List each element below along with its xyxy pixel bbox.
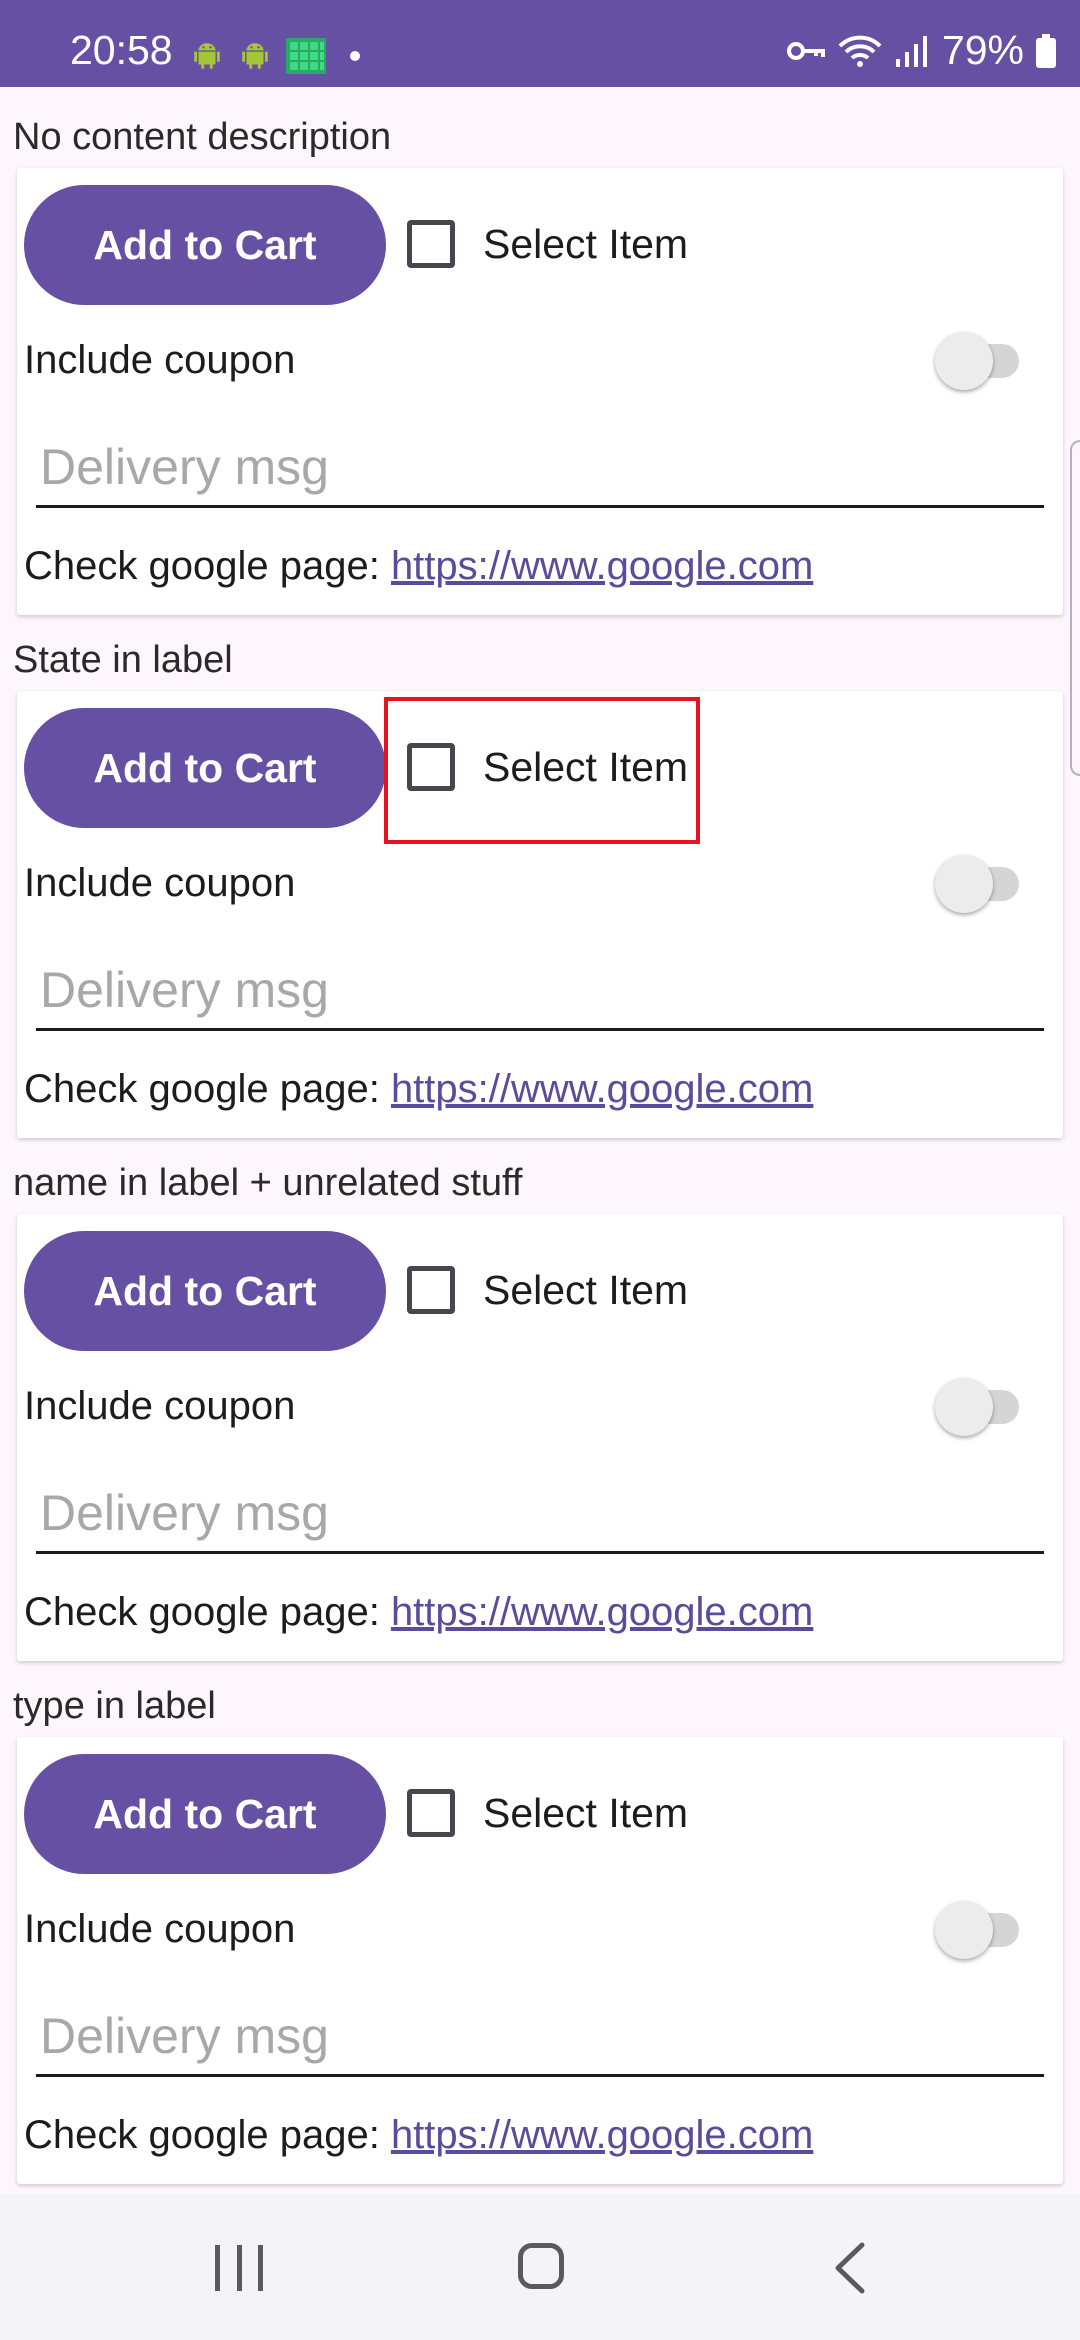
coupon-label: Include coupon <box>24 1384 296 1428</box>
google-link[interactable]: https://www.google.com <box>391 1590 813 1634</box>
vpn-key-icon <box>786 41 825 60</box>
add-to-cart-button[interactable]: Add to Cart <box>24 185 386 305</box>
android-icon <box>242 43 268 69</box>
product-card: Add to Cart Select Item Include coupon C… <box>17 691 1063 1138</box>
coupon-label: Include coupon <box>24 861 296 905</box>
google-line: Check google page: https://www.google.co… <box>24 546 813 586</box>
checkbox-label: Select Item <box>483 1266 689 1313</box>
checkbox-label: Select Item <box>483 743 689 790</box>
checkbox-label: Select Item <box>483 220 689 267</box>
delivery-msg-input[interactable] <box>36 951 1044 1031</box>
recent-apps-icon[interactable] <box>215 2245 263 2293</box>
coupon-switch[interactable] <box>925 330 1035 390</box>
battery-percent: 79% <box>941 27 1024 73</box>
delivery-msg-input[interactable] <box>36 1997 1044 2077</box>
navigation-bar <box>0 2195 1080 2340</box>
add-to-cart-button[interactable]: Add to Cart <box>24 1754 386 1874</box>
select-item-checkbox[interactable]: Select Item <box>407 1266 688 1314</box>
coupon-switch[interactable] <box>925 1376 1035 1436</box>
system-icons: 79% <box>786 30 1056 71</box>
google-line: Check google page: https://www.google.co… <box>24 1069 813 1109</box>
checkbox-box[interactable] <box>407 1789 455 1837</box>
google-link[interactable]: https://www.google.com <box>391 1067 813 1111</box>
section-title: State in label <box>13 639 233 681</box>
product-card: Add to Cart Select Item Include coupon C… <box>17 1737 1063 2184</box>
google-line: Check google page: https://www.google.co… <box>24 2115 813 2155</box>
section-title: name in label + unrelated stuff <box>13 1162 523 1204</box>
coupon-label: Include coupon <box>24 338 296 382</box>
status-bar: 20:58 79% <box>0 0 1080 87</box>
signal-icon <box>895 35 927 67</box>
android-icon <box>194 43 220 69</box>
add-to-cart-button[interactable]: Add to Cart <box>24 1231 386 1351</box>
switch-thumb <box>935 1901 993 1959</box>
product-card: Add to Cart Select Item Include coupon C… <box>17 1214 1063 1661</box>
checkbox-label: Select Item <box>483 1789 689 1836</box>
wifi-icon <box>838 35 882 67</box>
google-link[interactable]: https://www.google.com <box>391 2113 813 2157</box>
select-item-checkbox[interactable]: Select Item <box>407 1789 688 1837</box>
select-item-checkbox[interactable]: Select Item <box>407 220 688 268</box>
delivery-msg-input[interactable] <box>36 1474 1044 1554</box>
notification-icons <box>190 38 360 74</box>
google-prefix: Check google page: <box>24 1067 391 1111</box>
delivery-msg-input[interactable] <box>36 428 1044 508</box>
switch-thumb <box>935 332 993 390</box>
home-icon[interactable] <box>518 2243 564 2289</box>
google-prefix: Check google page: <box>24 544 391 588</box>
google-prefix: Check google page: <box>24 1590 391 1634</box>
coupon-switch[interactable] <box>925 853 1035 913</box>
section-title: No content description <box>13 116 392 158</box>
coupon-switch[interactable] <box>925 1899 1035 1959</box>
add-to-cart-button[interactable]: Add to Cart <box>24 708 386 828</box>
coupon-label: Include coupon <box>24 1907 296 1951</box>
switch-thumb <box>935 855 993 913</box>
back-icon[interactable] <box>830 2241 870 2295</box>
battery-icon <box>1036 33 1056 68</box>
switch-thumb <box>935 1378 993 1436</box>
select-item-checkbox[interactable]: Select Item <box>407 743 688 791</box>
google-prefix: Check google page: <box>24 2113 391 2157</box>
spreadsheet-icon <box>286 38 326 74</box>
google-link[interactable]: https://www.google.com <box>391 544 813 588</box>
checkbox-box[interactable] <box>407 220 455 268</box>
scrollbar[interactable] <box>1070 440 1080 776</box>
google-line: Check google page: https://www.google.co… <box>24 1592 813 1632</box>
status-time: 20:58 <box>70 27 173 73</box>
checkbox-box[interactable] <box>407 743 455 791</box>
dot-icon <box>350 51 360 61</box>
product-card: Add to Cart Select Item Include coupon C… <box>17 168 1063 615</box>
section-title: type in label <box>13 1685 216 1727</box>
checkbox-box[interactable] <box>407 1266 455 1314</box>
